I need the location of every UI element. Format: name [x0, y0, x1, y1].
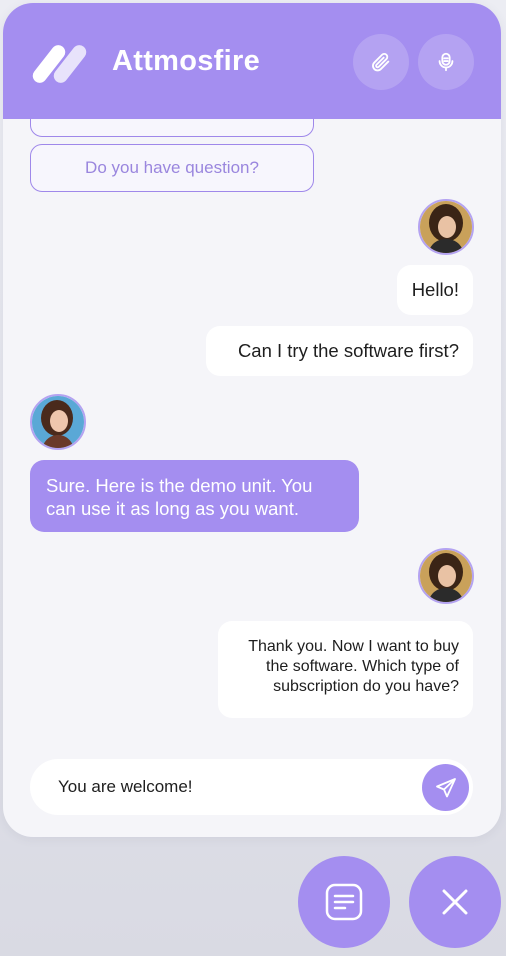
attmosfire-logo-icon [32, 45, 87, 83]
user-avatar [418, 548, 474, 604]
message-list[interactable]: Do you have question? Hello! Can I try t… [3, 119, 501, 837]
chat-widget: Attmosfire Do you have question? Hello! … [3, 3, 501, 837]
message-bubble-user: Thank you. Now I want to buy the softwar… [218, 621, 473, 718]
chat-toggle-button[interactable] [298, 856, 390, 948]
attach-button[interactable] [353, 34, 409, 90]
suggestion-button[interactable] [30, 119, 314, 137]
microphone-button[interactable] [418, 34, 474, 90]
agent-avatar [30, 394, 86, 450]
message-bubble-user: Can I try the software first? [206, 326, 473, 376]
suggestion-button[interactable]: Do you have question? [30, 144, 314, 192]
message-composer [30, 759, 473, 815]
paperclip-icon [372, 52, 390, 72]
user-avatar [418, 199, 474, 255]
send-icon [435, 777, 456, 797]
microphone-icon [438, 52, 454, 72]
close-icon [442, 889, 468, 915]
chat-header: Attmosfire [3, 3, 501, 119]
message-input[interactable] [30, 759, 415, 815]
send-button[interactable] [422, 764, 469, 811]
chat-icon [325, 883, 363, 921]
message-bubble-agent: Sure. Here is the demo unit. You can use… [30, 460, 359, 532]
message-bubble-user: Hello! [397, 265, 473, 315]
close-chat-button[interactable] [409, 856, 501, 948]
brand-name: Attmosfire [112, 45, 261, 77]
